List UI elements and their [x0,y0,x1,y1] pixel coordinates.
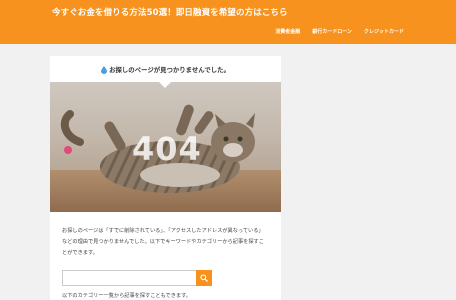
site-title[interactable]: 今すぐお金を借りる方法50選！即日融資を希望の方はこちら [52,6,288,18]
search-icon [200,274,208,282]
water-drop-icon [101,65,108,74]
not-found-message: お探しのページは「すでに削除されている」、「アクセスしたアドレスが異なっている」… [62,228,264,256]
search-form [62,270,217,286]
hero-cat-image: 404 [50,82,281,212]
nav-item-credit-card[interactable]: クレジットカード [364,28,404,35]
not-found-card: お探しのページが見つかりませんでした。 404 お探しのページは「すでに削除され… [50,56,281,300]
main-nav: 消費者金融 銀行カードローン クレジットカード [275,28,404,35]
heading-pointer [159,82,171,88]
nav-item-consumer-finance[interactable]: 消費者金融 [275,28,300,35]
search-button[interactable] [196,270,212,286]
page-heading: お探しのページが見つかりませんでした。 [50,56,281,83]
error-code-404: 404 [132,130,202,168]
site-header: 今すぐお金を借りる方法50選！即日融資を希望の方はこちら 消費者金融 銀行カード… [0,0,456,44]
nav-item-bank-card-loan[interactable]: 銀行カードローン [312,28,352,35]
search-input[interactable] [62,270,196,286]
page-heading-text: お探しのページが見つかりませんでした。 [109,66,230,74]
category-hint: 以下のカテゴリー一覧から記事を探すこともできます。 [62,293,191,299]
